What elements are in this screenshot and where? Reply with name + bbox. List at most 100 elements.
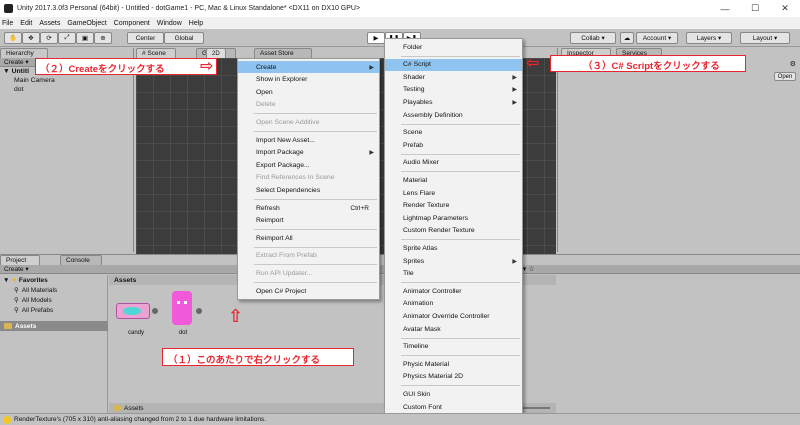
favorites-item[interactable]: ▼ ★ Favorites bbox=[3, 276, 48, 285]
pivot-center-button[interactable]: Center bbox=[127, 32, 164, 44]
create-menu-item-assembly-definition[interactable]: Assembly Definition bbox=[385, 109, 522, 121]
create-menu-item-render-texture[interactable]: Render Texture bbox=[385, 200, 522, 212]
menu-separator bbox=[401, 282, 520, 284]
create-menu-item-timeline[interactable]: Timeline bbox=[385, 341, 522, 353]
asset-dot[interactable]: dot bbox=[168, 291, 208, 337]
inspector-open-button[interactable]: Open bbox=[774, 72, 796, 81]
layout-dropdown[interactable]: Layout ▾ bbox=[740, 32, 790, 44]
context-menu-item-reimport[interactable]: Reimport bbox=[238, 215, 379, 227]
project-tree: ▼ ★ Favorites ⚲ All Materials ⚲ All Models… bbox=[0, 275, 108, 414]
context-menu-item-label: Export Package... bbox=[256, 161, 310, 169]
minimize-button[interactable]: — bbox=[710, 0, 740, 17]
create-menu-item-tile[interactable]: Tile bbox=[385, 268, 522, 280]
project-tab-label: Project bbox=[6, 257, 27, 264]
menu-gameobject[interactable]: GameObject bbox=[67, 20, 106, 27]
context-menu-item-show-in-explorer[interactable]: Show in Explorer bbox=[238, 74, 379, 86]
fav-item-models[interactable]: ⚲ All Models bbox=[14, 296, 52, 305]
expand-icon[interactable] bbox=[196, 308, 202, 314]
create-menu-item-label: Custom Render Texture bbox=[403, 227, 475, 235]
pivot-global-button[interactable]: Global bbox=[164, 32, 204, 44]
create-menu-item-animation[interactable]: Animation bbox=[385, 298, 522, 310]
create-menu-item-shader[interactable]: Shader ▶ bbox=[385, 71, 522, 83]
create-menu-item-label: Physics Material 2D bbox=[403, 373, 464, 381]
create-menu-item-label: Audio Mixer bbox=[403, 159, 439, 167]
menu-help[interactable]: Help bbox=[189, 20, 203, 27]
layers-dropdown[interactable]: Layers ▾ bbox=[686, 32, 732, 44]
menu-file[interactable]: File bbox=[2, 20, 13, 27]
create-menu-item-animator-controller[interactable]: Animator Controller bbox=[385, 285, 522, 297]
icon-size-slider[interactable] bbox=[520, 407, 550, 409]
context-menu-item-import-package[interactable]: Import Package ▶ bbox=[238, 147, 379, 159]
dot-eye bbox=[184, 301, 187, 304]
context-menu-item-refresh[interactable]: Refresh Ctrl+R bbox=[238, 202, 379, 214]
context-menu-item-import-new-asset[interactable]: Import New Asset... bbox=[238, 134, 379, 146]
menu-window[interactable]: Window bbox=[157, 20, 182, 27]
move-tool-icon[interactable]: ✥ bbox=[22, 32, 40, 44]
play-button[interactable]: ▶ bbox=[367, 32, 385, 44]
context-menu-item-open[interactable]: Open bbox=[238, 86, 379, 98]
create-menu-item-sprites[interactable]: Sprites ▶ bbox=[385, 255, 522, 267]
pivot-center-label: Center bbox=[135, 34, 156, 42]
search-icon: ⚲ bbox=[14, 307, 19, 314]
expand-icon[interactable] bbox=[152, 308, 158, 314]
hierarchy-item-dot[interactable]: dot bbox=[0, 85, 133, 94]
scale-tool-icon[interactable]: ⤢ bbox=[58, 32, 76, 44]
create-menu-item-label: Scene bbox=[403, 129, 423, 137]
create-menu-item-prefab[interactable]: Prefab bbox=[385, 139, 522, 151]
create-menu-item-lightmap-parameters[interactable]: Lightmap Parameters bbox=[385, 212, 522, 224]
fav-item-materials[interactable]: ⚲ All Materials bbox=[14, 286, 58, 295]
create-menu-item-material[interactable]: Material bbox=[385, 174, 522, 186]
hand-tool-icon[interactable]: ✋ bbox=[4, 32, 22, 44]
project-create-button[interactable]: Create bbox=[4, 266, 24, 273]
create-menu-item-scene[interactable]: Scene bbox=[385, 127, 522, 139]
context-menu-item-label: Find References In Scene bbox=[256, 174, 335, 182]
folder-icon bbox=[113, 405, 121, 411]
star-icon: ★ bbox=[11, 277, 18, 284]
menu-assets[interactable]: Assets bbox=[39, 20, 60, 27]
create-menu-item-audio-mixer[interactable]: Audio Mixer bbox=[385, 157, 522, 169]
menu-component[interactable]: Component bbox=[114, 20, 150, 27]
tab-console[interactable]: Console bbox=[60, 255, 102, 265]
account-button[interactable]: Account ▾ bbox=[636, 32, 678, 44]
create-menu-item-folder[interactable]: Folder bbox=[385, 41, 522, 53]
tab-asset-store[interactable]: Asset Store bbox=[254, 48, 312, 58]
context-menu-item-select-dependencies[interactable]: Select Dependencies bbox=[238, 184, 379, 196]
tab-project[interactable]: Project bbox=[0, 255, 40, 265]
menu-edit[interactable]: Edit bbox=[20, 20, 32, 27]
create-menu-item-c-script[interactable]: C# Script bbox=[385, 58, 522, 71]
create-menu-item-custom-font[interactable]: Custom Font bbox=[385, 401, 522, 413]
cloud-icon[interactable]: ☁ bbox=[620, 32, 634, 44]
hierarchy-create-button[interactable]: Create bbox=[4, 59, 24, 66]
context-menu-item-export-package[interactable]: Export Package... bbox=[238, 159, 379, 171]
menu-bar: File Edit Assets GameObject Component Wi… bbox=[0, 17, 800, 29]
rotate-tool-icon[interactable]: ⟳ bbox=[40, 32, 58, 44]
transform-tool-icon[interactable]: ⊕ bbox=[94, 32, 112, 44]
tab-scene[interactable]: # Scene bbox=[136, 48, 176, 58]
create-menu-item-testing[interactable]: Testing ▶ bbox=[385, 84, 522, 96]
tab-hierarchy[interactable]: Hierarchy bbox=[0, 48, 48, 58]
assets-root-item[interactable]: Assets bbox=[0, 321, 108, 331]
create-menu-item-avatar-mask[interactable]: Avatar Mask bbox=[385, 323, 522, 335]
collab-button[interactable]: Collab ▾ bbox=[570, 32, 616, 44]
create-menu-item-physic-material[interactable]: Physic Material bbox=[385, 358, 522, 370]
create-menu-item-custom-render-texture[interactable]: Custom Render Texture bbox=[385, 225, 522, 237]
hierarchy-item-main-camera[interactable]: Main Camera bbox=[0, 76, 133, 85]
create-menu-item-animator-override-controller[interactable]: Animator Override Controller bbox=[385, 310, 522, 322]
context-menu-item-open-c-project[interactable]: Open C# Project bbox=[238, 285, 379, 297]
fav-item-prefabs[interactable]: ⚲ All Prefabs bbox=[14, 306, 53, 315]
create-menu-item-lens-flare[interactable]: Lens Flare bbox=[385, 187, 522, 199]
submenu-arrow-icon: ▶ bbox=[512, 74, 517, 81]
close-button[interactable]: ✕ bbox=[770, 0, 800, 17]
fav-item-label: All Materials bbox=[21, 286, 58, 294]
context-menu-item-reimport-all[interactable]: Reimport All bbox=[238, 232, 379, 244]
menu-separator bbox=[401, 55, 520, 57]
maximize-button[interactable]: ☐ bbox=[740, 0, 770, 17]
create-menu-item-gui-skin[interactable]: GUI Skin bbox=[385, 388, 522, 400]
context-menu-item-create[interactable]: Create ▶ bbox=[238, 61, 379, 73]
create-menu-item-sprite-atlas[interactable]: Sprite Atlas bbox=[385, 242, 522, 254]
asset-candy[interactable]: candy bbox=[116, 297, 160, 337]
rect-tool-icon[interactable]: ▣ bbox=[76, 32, 94, 44]
inspector-settings-icon[interactable]: ⚙ bbox=[790, 60, 796, 68]
create-menu-item-playables[interactable]: Playables ▶ bbox=[385, 96, 522, 108]
create-menu-item-physics-material-2d[interactable]: Physics Material 2D bbox=[385, 371, 522, 383]
